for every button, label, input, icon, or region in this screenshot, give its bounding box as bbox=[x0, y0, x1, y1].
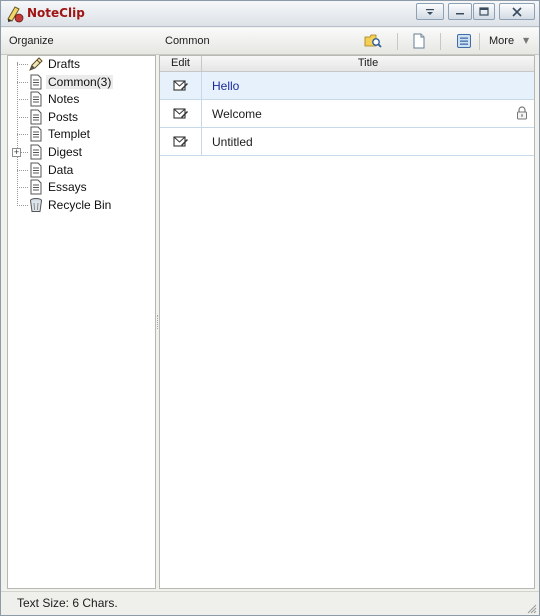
tree-item-label: Common(3) bbox=[46, 74, 114, 89]
tree-item-notes[interactable]: Notes bbox=[8, 91, 156, 108]
tree-item-label: Data bbox=[48, 162, 74, 177]
tree-item-label: Posts bbox=[48, 109, 79, 124]
tree-item-recycle-bin[interactable]: Recycle Bin bbox=[8, 197, 156, 214]
organize-label: Organize bbox=[9, 35, 54, 47]
tree-item-label: Digest bbox=[48, 145, 83, 159]
recycle-bin-icon bbox=[28, 197, 44, 213]
edit-envelope-icon bbox=[172, 107, 188, 119]
title-bar[interactable]: NoteClip bbox=[1, 1, 539, 27]
app-logo-icon bbox=[5, 4, 25, 24]
table-row[interactable]: Untitled bbox=[160, 128, 534, 156]
resize-grip-icon[interactable] bbox=[525, 602, 537, 614]
expand-icon[interactable]: + bbox=[12, 148, 21, 157]
edit-envelope-icon bbox=[172, 79, 188, 91]
search-note-button[interactable] bbox=[362, 31, 384, 51]
document-icon bbox=[28, 144, 44, 160]
note-title[interactable]: Untitled bbox=[212, 135, 253, 149]
new-document-icon bbox=[413, 33, 425, 49]
document-icon bbox=[28, 74, 44, 90]
tree-item-label: Templet bbox=[48, 127, 91, 142]
table-row[interactable]: Welcome bbox=[160, 100, 534, 128]
grid-header: Edit Title bbox=[160, 56, 534, 72]
folder-search-icon bbox=[364, 34, 382, 48]
pencil-icon bbox=[28, 56, 44, 72]
edit-note-button[interactable] bbox=[160, 128, 202, 155]
header-strip: Organize Common More ▼ bbox=[1, 28, 539, 55]
tree-item-label: Essays bbox=[48, 180, 87, 195]
tree-item-digest[interactable]: + Digest bbox=[8, 144, 156, 161]
tree-item-templet[interactable]: Templet bbox=[8, 126, 156, 143]
tree-item-common-3[interactable]: Common(3) bbox=[8, 74, 156, 91]
app-title: NoteClip bbox=[27, 6, 85, 20]
maximize-icon bbox=[479, 7, 489, 16]
new-note-button[interactable] bbox=[408, 31, 430, 51]
document-icon bbox=[28, 109, 44, 125]
edit-note-button[interactable] bbox=[160, 72, 202, 99]
tree-item-label: Notes bbox=[48, 92, 80, 107]
document-icon bbox=[28, 162, 44, 178]
view-options-button[interactable] bbox=[453, 31, 475, 51]
more-menu-button[interactable]: More bbox=[489, 35, 514, 47]
edit-note-button[interactable] bbox=[160, 100, 202, 127]
lock-icon bbox=[516, 106, 528, 120]
tree-item-drafts[interactable]: Drafts bbox=[8, 56, 156, 73]
toolbar-separator bbox=[397, 33, 398, 50]
status-text: Text Size: 6 Chars. bbox=[17, 596, 118, 610]
window-menu-button[interactable] bbox=[416, 3, 444, 20]
folder-tree: Drafts Common(3) Notes Posts Templet + Digest D… bbox=[7, 55, 156, 589]
note-list: Edit Title Hello Welcome Untitled bbox=[159, 55, 535, 589]
column-header-edit[interactable]: Edit bbox=[160, 56, 202, 71]
close-button[interactable] bbox=[499, 3, 535, 20]
tree-item-data[interactable]: Data bbox=[8, 162, 156, 179]
document-icon bbox=[28, 179, 44, 195]
list-view-icon bbox=[457, 34, 471, 48]
document-icon bbox=[28, 91, 44, 107]
maximize-button[interactable] bbox=[473, 3, 495, 20]
edit-envelope-icon bbox=[172, 135, 188, 147]
close-icon bbox=[512, 6, 522, 17]
app-window: NoteClip Organize Common More ▼ Drafts C… bbox=[0, 0, 540, 616]
current-folder-label: Common bbox=[165, 35, 210, 47]
note-title[interactable]: Welcome bbox=[212, 107, 262, 121]
tree-item-label: Drafts bbox=[48, 57, 81, 71]
toolbar-separator bbox=[440, 33, 441, 50]
tree-item-essays[interactable]: Essays bbox=[8, 179, 156, 196]
chevron-down-icon[interactable]: ▼ bbox=[523, 36, 529, 45]
status-bar: Text Size: 6 Chars. bbox=[1, 591, 539, 615]
document-icon bbox=[28, 126, 44, 142]
tree-item-posts[interactable]: Posts bbox=[8, 109, 156, 126]
toolbar-separator bbox=[479, 33, 480, 50]
minimize-icon bbox=[456, 12, 464, 14]
table-row[interactable]: Hello bbox=[160, 72, 534, 100]
minimize-button[interactable] bbox=[448, 3, 472, 20]
dropdown-arrow-icon bbox=[426, 8, 434, 15]
note-title[interactable]: Hello bbox=[212, 79, 239, 93]
column-header-title[interactable]: Title bbox=[202, 56, 534, 71]
tree-item-label: Recycle Bin bbox=[48, 197, 112, 212]
splitter-grip[interactable] bbox=[157, 315, 158, 329]
